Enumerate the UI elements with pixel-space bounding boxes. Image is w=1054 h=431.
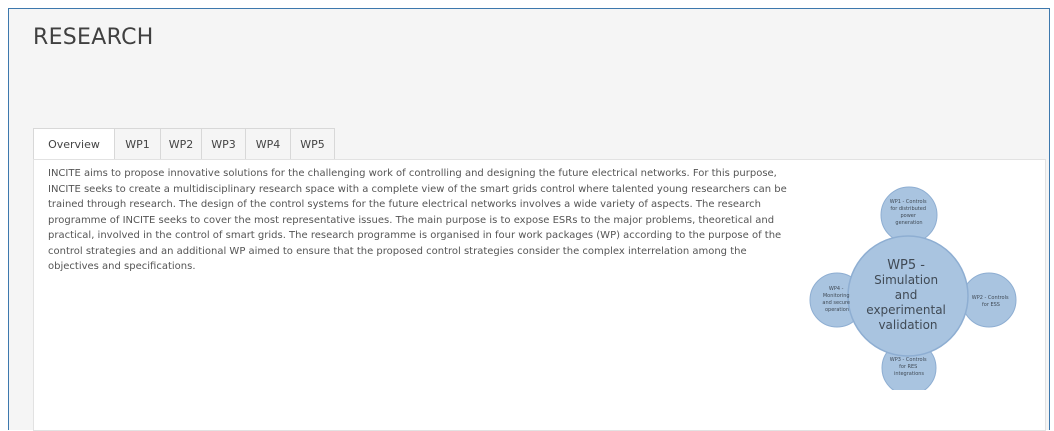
work-packages-diagram: WP1 - Controls for distributed power gen… <box>809 186 1017 390</box>
tab-wp5[interactable]: WP5 <box>291 128 335 160</box>
overview-description: INCITE aims to propose innovative soluti… <box>48 168 787 272</box>
tab-wp2[interactable]: WP2 <box>161 128 202 160</box>
page-title: RESEARCH <box>33 25 154 50</box>
tab-wp1[interactable]: WP1 <box>115 128 161 160</box>
tab-wp3[interactable]: WP3 <box>202 128 246 160</box>
research-section: RESEARCH Overview WP1 WP2 WP3 WP4 WP5 IN… <box>8 8 1050 431</box>
tab-bar: Overview WP1 WP2 WP3 WP4 WP5 <box>33 128 335 160</box>
tab-panel-overview: INCITE aims to propose innovative soluti… <box>33 159 1046 431</box>
tab-wp4[interactable]: WP4 <box>246 128 291 160</box>
tab-overview[interactable]: Overview <box>33 128 115 160</box>
